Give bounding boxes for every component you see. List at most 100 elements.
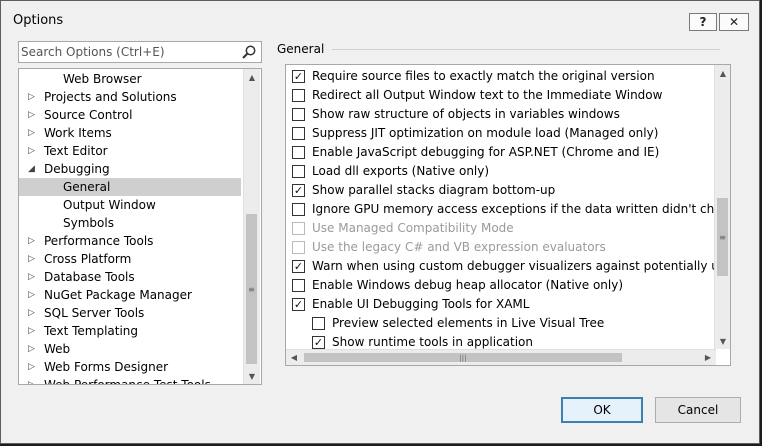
option-label: Enable JavaScript debugging for ASP.NET … (312, 145, 660, 159)
close-button[interactable]: ✕ (719, 13, 749, 31)
scroll-down-icon[interactable]: ▼ (244, 368, 260, 384)
tree-item-label: Cross Platform (44, 252, 132, 266)
help-button[interactable]: ? (689, 13, 717, 31)
collapse-arrow-icon[interactable]: ◢ (28, 160, 38, 178)
unchecked-checkbox[interactable] (292, 127, 305, 140)
tree-item-label: Performance Tools (44, 234, 154, 248)
scroll-left-icon[interactable]: ◀ (286, 350, 302, 365)
tree-item[interactable]: ▷ Text Templating (19, 322, 241, 340)
tree-item-label: Web Forms Designer (44, 360, 169, 374)
tree-item[interactable]: Web Browser (19, 70, 241, 88)
tree-item[interactable]: ▷ Work Items (19, 124, 241, 142)
tree-item[interactable]: ◢ Debugging (19, 160, 241, 178)
expand-arrow-icon[interactable]: ▷ (28, 124, 38, 142)
search-input[interactable] (21, 43, 231, 61)
checked-checkbox[interactable]: ✓ (292, 184, 305, 197)
tree-item-label: SQL Server Tools (44, 306, 145, 320)
expand-arrow-icon[interactable]: ▷ (28, 286, 38, 304)
expand-arrow-icon[interactable]: ▷ (28, 142, 38, 160)
tree-item[interactable]: Output Window (19, 196, 241, 214)
expand-arrow-icon[interactable]: ▷ (28, 268, 38, 286)
checked-checkbox[interactable]: ✓ (292, 298, 305, 311)
expand-arrow-icon[interactable]: ▷ (28, 322, 38, 340)
unchecked-checkbox[interactable] (292, 89, 305, 102)
cancel-button[interactable]: Cancel (655, 397, 741, 423)
options-horizontal-scrollbar[interactable]: ◀ ||| ▶ (286, 349, 716, 365)
options-panel[interactable]: ✓ Require source files to exactly match t… (285, 64, 731, 366)
tree-item-label: Debugging (44, 162, 110, 176)
tree-item-label: Text Templating (44, 324, 139, 338)
scroll-up-icon[interactable]: ▲ (715, 65, 730, 81)
checkmark-icon: ✓ (313, 336, 324, 349)
scroll-thumb[interactable]: ≡ (717, 198, 728, 276)
checked-checkbox[interactable]: ✓ (292, 260, 305, 273)
scroll-thumb[interactable]: ||| (304, 353, 622, 362)
expand-arrow-icon[interactable]: ▷ (28, 250, 38, 268)
option-label: Enable UI Debugging Tools for XAML (312, 297, 530, 311)
unchecked-checkbox[interactable] (292, 279, 305, 292)
tree-item[interactable]: ▷ Projects and Solutions (19, 88, 241, 106)
section-title: General (277, 42, 325, 56)
unchecked-checkbox[interactable] (292, 146, 305, 159)
unchecked-checkbox[interactable] (292, 165, 305, 178)
tree-item[interactable]: ▷ Text Editor (19, 142, 241, 160)
tree-item-label: Source Control (44, 108, 133, 122)
title-bar: Options ? ✕ (1, 1, 759, 39)
expand-arrow-icon[interactable]: ▷ (28, 358, 38, 376)
tree-item-label: Output Window (63, 198, 156, 212)
checked-checkbox[interactable]: ✓ (312, 336, 325, 349)
tree-item-label: NuGet Package Manager (44, 288, 192, 302)
tree-item[interactable]: ▷ Web Performance Test Tools (19, 376, 241, 385)
checkmark-icon: ✓ (293, 260, 304, 273)
options-tree[interactable]: Web Browser ▷ Projects and Solutions ▷ Sourc… (18, 68, 262, 385)
scroll-down-icon[interactable]: ▼ (715, 333, 730, 349)
tree-item-label: Web (44, 342, 71, 356)
tree-item-label: Work Items (44, 126, 112, 140)
checkmark-icon: ✓ (293, 298, 304, 311)
expand-arrow-icon[interactable]: ▷ (28, 340, 38, 358)
tree-item[interactable]: ▷ SQL Server Tools (19, 304, 241, 322)
expand-arrow-icon[interactable]: ▷ (28, 232, 38, 250)
option-label: Show parallel stacks diagram bottom-up (312, 183, 556, 197)
tree-item[interactable]: Symbols (19, 214, 241, 232)
unchecked-checkbox[interactable] (292, 108, 305, 121)
expand-arrow-icon[interactable]: ▷ (28, 304, 38, 322)
option-label: Use Managed Compatibility Mode (312, 221, 514, 235)
tree-item-label: Web Performance Test Tools (44, 378, 211, 385)
tree-item[interactable]: ▷ Database Tools (19, 268, 241, 286)
search-box[interactable] (18, 41, 262, 63)
option-label: Use the legacy C# and VB expression eval… (312, 240, 606, 254)
checked-checkbox[interactable]: ✓ (292, 70, 305, 83)
tree-scrollbar[interactable]: ▲ ≡ ▼ (243, 69, 260, 384)
window-title: Options (13, 13, 64, 28)
tree-item-label: Text Editor (44, 144, 108, 158)
tree-item[interactable]: ▷ Cross Platform (19, 250, 241, 268)
scroll-up-icon[interactable]: ▲ (244, 69, 260, 85)
tree-item[interactable]: ▷ NuGet Package Manager (19, 286, 241, 304)
checkmark-icon: ✓ (293, 184, 304, 197)
tree-item[interactable]: ▷ Web Forms Designer (19, 358, 241, 376)
options-dialog: Options ? ✕ Web Browser ▷ Projects and Sol… (0, 0, 760, 444)
expand-arrow-icon[interactable]: ▷ (28, 376, 38, 384)
expand-arrow-icon[interactable]: ▷ (28, 106, 38, 124)
option-label: Show raw structure of objects in variabl… (312, 107, 620, 121)
scroll-thumb[interactable]: ≡ (246, 214, 257, 364)
ok-button[interactable]: OK (561, 397, 643, 423)
option-label: Suppress JIT optimization on module load… (312, 126, 659, 140)
option-label: Preview selected elements in Live Visual… (332, 316, 605, 330)
scroll-right-icon[interactable]: ▶ (700, 350, 716, 365)
options-vertical-scrollbar[interactable]: ▲ ≡ ▼ (714, 65, 730, 349)
unchecked-checkbox[interactable] (312, 317, 325, 330)
search-icon[interactable] (241, 44, 257, 60)
tree-item-label: Web Browser (63, 72, 142, 86)
tree-item[interactable]: General (19, 178, 241, 196)
tree-item[interactable]: ▷ Performance Tools (19, 232, 241, 250)
unchecked-checkbox[interactable] (292, 203, 305, 216)
tree-item-label: General (63, 180, 111, 194)
option-label: Ignore GPU memory access exceptions if t… (312, 202, 730, 216)
tree-item[interactable]: ▷ Web (19, 340, 241, 358)
tree-item[interactable]: ▷ Source Control (19, 106, 241, 124)
checkmark-icon: ✓ (293, 70, 304, 83)
expand-arrow-icon[interactable]: ▷ (28, 88, 38, 106)
option-label: Load dll exports (Native only) (312, 164, 490, 178)
